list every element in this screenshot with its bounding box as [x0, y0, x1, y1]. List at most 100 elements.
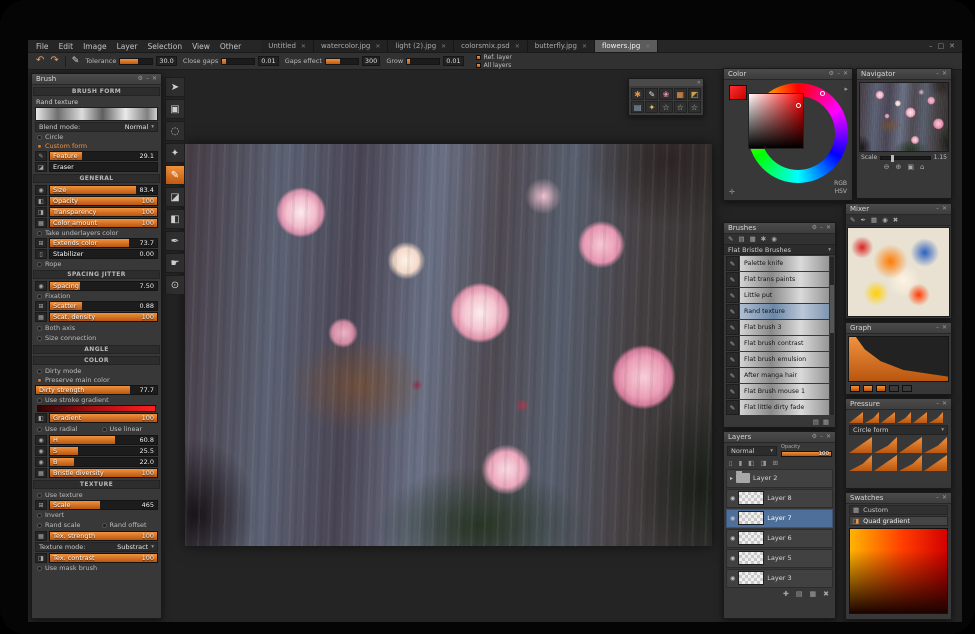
eye-icon[interactable]: ◉ — [730, 535, 735, 542]
eyedropper-icon[interactable]: ✒ — [860, 216, 865, 224]
close-icon[interactable]: ✕ — [697, 80, 701, 86]
tab-close-icon[interactable]: ✕ — [582, 43, 587, 50]
tab-flowers[interactable]: flowers.jpg✕ — [595, 40, 658, 52]
tab-light2[interactable]: light (2).jpg✕ — [388, 40, 454, 52]
folder-icon[interactable]: ▤ — [738, 235, 744, 243]
canvas[interactable] — [185, 144, 712, 546]
pressure-curve-graph[interactable] — [848, 336, 949, 382]
gear-icon[interactable]: ⚙ — [812, 434, 817, 440]
eye-icon[interactable]: ◉ — [730, 575, 735, 582]
maximize-button[interactable]: □ — [938, 42, 945, 50]
invert-checkbox[interactable]: Invert — [37, 511, 156, 519]
wet-icon[interactable]: ⊞ — [772, 459, 777, 467]
close-icon[interactable]: ✕ — [942, 206, 947, 212]
layers-titlebar[interactable]: Layers ⚙ – ✕ — [724, 432, 835, 443]
move-tool[interactable]: ➤ — [165, 77, 185, 97]
use-linear-checkbox[interactable]: Use linear — [102, 425, 157, 433]
actual-size-icon[interactable]: ⌂ — [920, 163, 924, 171]
hand-tool[interactable]: ☛ — [165, 253, 185, 273]
pressure-titlebar[interactable]: Pressure – ✕ — [846, 399, 951, 410]
pressure-curve-icon[interactable] — [924, 455, 947, 471]
take-underlayers-checkbox[interactable]: Take underlayers color — [37, 229, 156, 237]
eye-icon[interactable]: ◉ — [730, 555, 735, 562]
preserve-main-color-checkbox[interactable]: Preserve main color — [37, 376, 156, 384]
tab-colorsmix[interactable]: colorsmix.psd✕ — [454, 40, 528, 52]
collapse-icon[interactable]: – — [837, 71, 840, 77]
zoom-in-icon[interactable]: ⊕ — [895, 163, 901, 171]
brush-item[interactable]: ✎Little put — [726, 288, 829, 303]
pressure-curve-icon[interactable] — [924, 437, 947, 453]
pen-icon[interactable]: ✎ — [728, 235, 733, 243]
swatch-set-custom[interactable]: ▦ Custom — [849, 505, 948, 515]
gaps-effect-field[interactable]: Gaps effect 300 — [285, 56, 381, 66]
eye-icon[interactable]: ◉ — [882, 216, 888, 224]
menu-image[interactable]: Image — [83, 42, 107, 51]
collapse-icon[interactable]: – — [936, 71, 939, 77]
crosshair-icon[interactable]: ✛ — [729, 188, 735, 196]
brush-tool[interactable]: ✎ — [165, 165, 185, 185]
pressure-curve-icon[interactable] — [899, 455, 922, 471]
field-value[interactable]: 0.01 — [258, 56, 278, 66]
pressure-curve-icon[interactable] — [849, 455, 872, 471]
star-brush-icon[interactable]: ✱ — [631, 88, 644, 100]
scat-density-slider[interactable]: ▦ Scat. density100 — [35, 312, 158, 322]
menu-layer[interactable]: Layer — [117, 42, 138, 51]
tolerance-slider[interactable] — [119, 58, 153, 65]
layer-opacity[interactable]: Opacity 100 — [781, 445, 832, 457]
curve-preset-icon[interactable] — [850, 385, 860, 392]
layer-row[interactable]: ◉ Layer 5 — [726, 549, 833, 568]
flower-painting[interactable] — [185, 144, 712, 546]
tab-butterfly[interactable]: butterfly.jpg✕ — [528, 40, 595, 52]
brush-item[interactable]: ✎Flat brush emulsion — [726, 352, 829, 367]
undo-button[interactable]: ↶ — [36, 56, 44, 66]
collapse-icon[interactable]: – — [936, 206, 939, 212]
brush-item[interactable]: ✎Flat Brush mouse 1 — [726, 384, 829, 399]
pressure-curve-icon[interactable] — [849, 412, 863, 423]
field-value[interactable]: 0.01 — [443, 56, 463, 66]
brightness-slider[interactable]: ◉ B22.0 — [35, 457, 158, 467]
eye-icon[interactable]: ◉ — [730, 495, 735, 502]
eyedropper-tool[interactable]: ✒ — [165, 231, 185, 251]
swatches-titlebar[interactable]: Swatches – ✕ — [846, 493, 951, 504]
layer-row[interactable]: ◉ Layer 6 — [726, 529, 833, 548]
ref-layer-checkbox[interactable]: Ref. layer — [476, 54, 512, 61]
fixation-checkbox[interactable]: Fixation — [37, 292, 156, 300]
expand-icon[interactable]: ▸ — [730, 475, 733, 482]
rope-checkbox[interactable]: Rope — [37, 260, 156, 268]
graph-titlebar[interactable]: Graph – ✕ — [846, 323, 951, 334]
hue-slider[interactable]: ◉ H60.8 — [35, 435, 158, 445]
eye-icon[interactable]: ◉ — [730, 515, 735, 522]
new-folder-icon[interactable]: ▤ — [796, 590, 803, 598]
star-icon[interactable]: ✱ — [761, 235, 766, 243]
section-brush-form[interactable]: BRUSH FORM — [33, 87, 160, 96]
tab-close-icon[interactable]: ✕ — [645, 43, 650, 50]
eye-icon[interactable]: ◉ — [771, 235, 777, 243]
grid-icon[interactable]: ▦ — [674, 88, 687, 100]
brush-item[interactable]: ✎Flat brush contrast — [726, 336, 829, 351]
star-outline-icon[interactable]: ☆ — [674, 101, 687, 113]
layer-row[interactable]: ◉ Layer 3 — [726, 569, 833, 588]
close-gaps-slider[interactable] — [221, 58, 255, 65]
saturation-value-square[interactable] — [748, 93, 804, 149]
dirty-strength-slider[interactable]: Dirty strength77.7 — [35, 385, 158, 395]
lock-pixels-icon[interactable]: ▮ — [739, 459, 743, 467]
pressure-curve-icon[interactable] — [874, 455, 897, 471]
bristle-diversity-slider[interactable]: ▦ Bristle diversity100 — [35, 468, 158, 478]
star-outline-icon[interactable]: ☆ — [659, 101, 672, 113]
brush-stroke-preview[interactable] — [35, 107, 158, 121]
spacing-slider[interactable]: ◉ Spacing7.50 — [35, 281, 158, 291]
close-gaps-field[interactable]: Close gaps 0.01 — [183, 56, 279, 66]
collapse-icon[interactable]: – — [820, 225, 823, 231]
pressure-curve-icon[interactable] — [899, 437, 922, 453]
curve-preset-icon[interactable] — [902, 385, 912, 392]
pen-brush-icon[interactable]: ✎ — [645, 88, 658, 100]
brush-category-select[interactable]: Flat Bristle Brushes ▾ — [724, 245, 835, 255]
menu-edit[interactable]: Edit — [59, 42, 74, 51]
section-general[interactable]: GENERAL — [33, 174, 160, 183]
close-icon[interactable]: ✕ — [826, 225, 831, 231]
texture-scale-slider[interactable]: ⊞ Scale465 — [35, 500, 158, 510]
curve-preset-icon[interactable] — [889, 385, 899, 392]
grid-icon[interactable]: ▦ — [750, 235, 756, 243]
eraser-tool[interactable]: ◪ — [165, 187, 185, 207]
scale-slider[interactable] — [880, 156, 930, 160]
